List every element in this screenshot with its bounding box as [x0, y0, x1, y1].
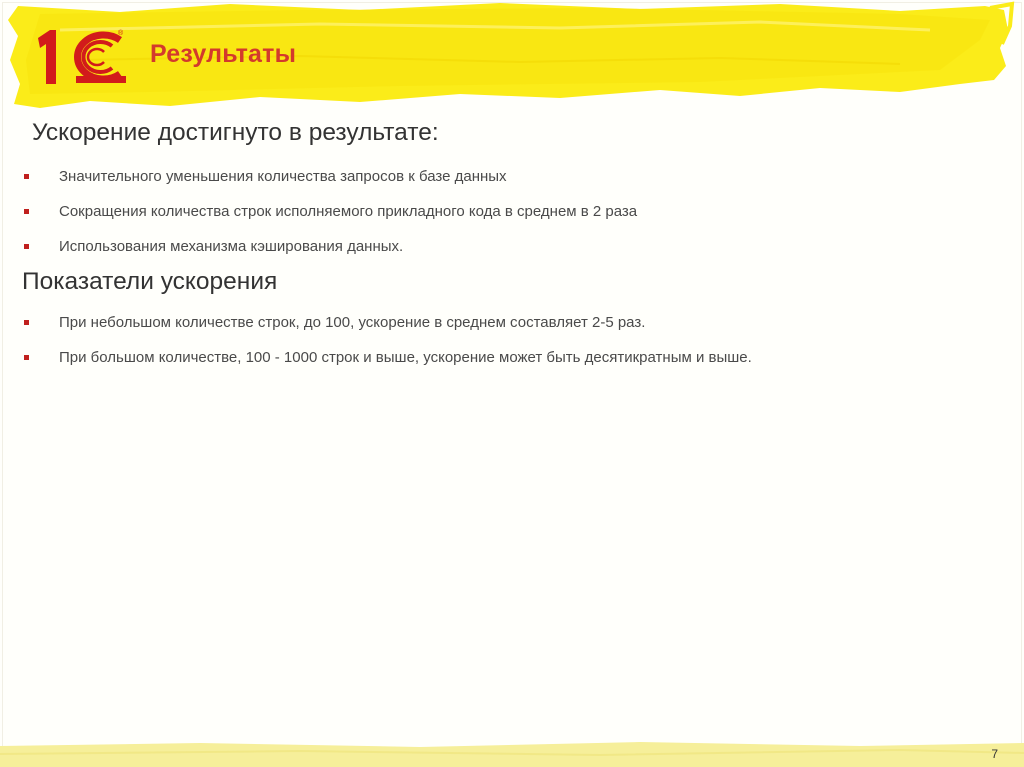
- bullet-marker-icon: [24, 355, 29, 360]
- 1c-logo-icon: ®: [38, 29, 126, 84]
- registered-mark: ®: [118, 29, 124, 37]
- bullet-marker-icon: [24, 244, 29, 249]
- bullet-marker-icon: [24, 209, 29, 214]
- footer-brush-stroke: [0, 742, 1024, 767]
- list-item-text: Сокращения количества строк исполняемого…: [59, 203, 638, 220]
- slide-title: Результаты: [150, 40, 297, 68]
- section-heading-acceleration-reasons: Ускорение достигнуто в результате:: [32, 119, 439, 146]
- bullet-marker-icon: [24, 174, 29, 179]
- list-item-text: Значительного уменьшения количества запр…: [59, 168, 507, 185]
- list-item-text: Использования механизма кэширования данн…: [59, 238, 404, 255]
- list-item-text: При небольшом количестве строк, до 100, …: [59, 314, 646, 331]
- section-heading-acceleration-metrics: Показатели ускорения: [22, 268, 278, 295]
- page-number: 7: [991, 747, 998, 761]
- list-item-text: При большом количестве, 100 - 1000 строк…: [59, 349, 752, 366]
- bullet-marker-icon: [24, 320, 29, 325]
- slide: ® Результаты Ускорение достигнуто в резу…: [0, 0, 1024, 767]
